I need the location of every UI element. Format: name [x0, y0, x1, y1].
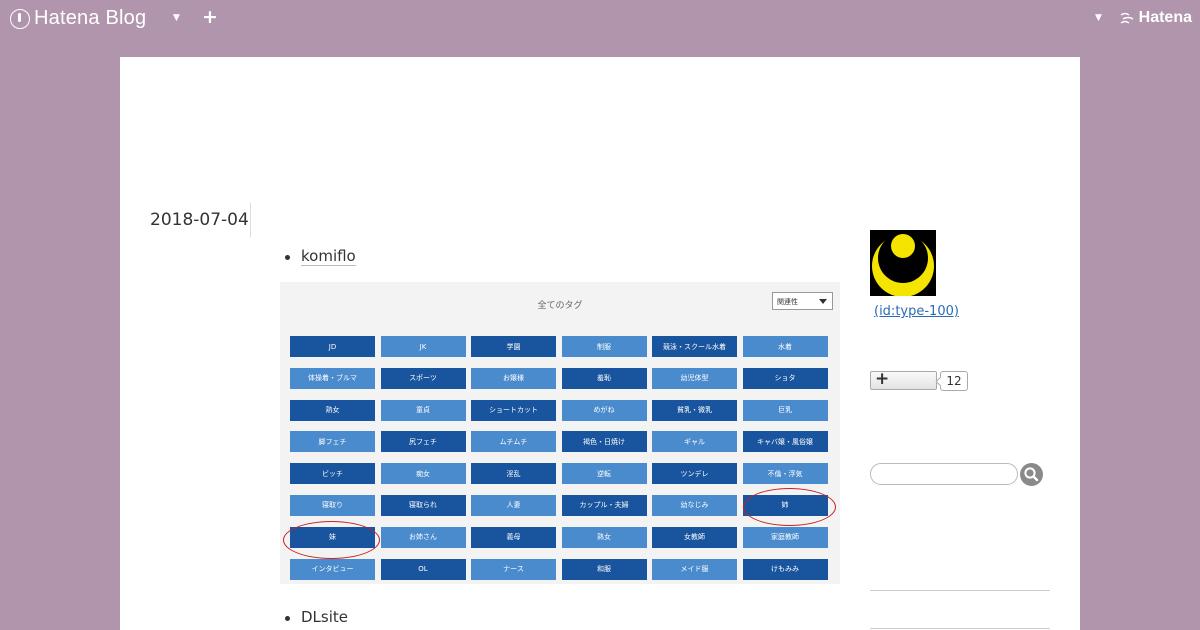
- tag-button: 寝取り: [290, 494, 375, 516]
- tag-button: ショタ: [742, 367, 828, 389]
- sidebar-divider: [870, 628, 1050, 629]
- list-item: komiflo: [285, 247, 356, 266]
- tag-button: 人妻: [471, 494, 556, 516]
- tag-button: キャバ嬢・風俗嬢: [742, 431, 828, 453]
- account-menu-chevron-down-icon[interactable]: ▼: [1095, 13, 1102, 23]
- tag-button: 羞恥: [561, 367, 647, 389]
- brand-menu-chevron-down-icon[interactable]: ▼: [173, 13, 180, 23]
- entry-date[interactable]: 2018-07-04: [150, 210, 249, 230]
- tag-button: 逆転: [561, 463, 647, 485]
- date-divider: [250, 203, 251, 237]
- tag-button: ショートカット: [471, 399, 556, 421]
- tag-button: JK: [380, 336, 466, 357]
- tag-button: ギャル: [652, 431, 737, 453]
- entry-list-continued: DLsite: [285, 608, 348, 626]
- hatena-wave-icon: [1120, 12, 1134, 24]
- plus-icon: +: [875, 369, 890, 389]
- tag-button: 童貞: [380, 399, 466, 421]
- tag-button: 脚フェチ: [290, 431, 375, 453]
- tag-button: 巨乳: [742, 399, 828, 421]
- hatena-blog-brand[interactable]: Hatena Blog: [10, 7, 146, 30]
- tag-button: お姉さん: [380, 526, 466, 548]
- sidebar-divider: [870, 590, 1050, 591]
- komiflo-link[interactable]: komiflo: [301, 247, 356, 266]
- search-icon: [1024, 467, 1039, 482]
- tag-button: 幼なじみ: [652, 494, 737, 516]
- sort-select: 関連性: [772, 292, 833, 310]
- tag-button: インタビュー: [290, 558, 375, 580]
- star-count-badge[interactable]: 12: [940, 371, 968, 391]
- tag-button: 褐色・日焼け: [561, 431, 647, 453]
- tag-button: ムチムチ: [471, 431, 556, 453]
- crescent-moon-icon: [872, 233, 934, 296]
- tag-button: 熟女: [290, 399, 375, 421]
- hatena-blog-logo-icon: [10, 8, 30, 29]
- tag-button: 寝取られ: [380, 494, 466, 516]
- tag-button: 学園: [471, 336, 556, 357]
- search-input[interactable]: [870, 463, 1018, 485]
- dlsite-item: DLsite: [301, 608, 348, 626]
- tag-button: 幼児体型: [652, 367, 737, 389]
- tag-button: 不倫・浮気: [742, 463, 828, 485]
- tag-button: 和服: [561, 558, 647, 580]
- tag-button: ビッチ: [290, 463, 375, 485]
- tag-button: お嬢様: [471, 367, 556, 389]
- tag-button: 女教師: [652, 526, 737, 548]
- tag-button: ツンデレ: [652, 463, 737, 485]
- search-button[interactable]: [1020, 463, 1043, 486]
- tag-screenshot-image: 全てのタグ 関連性 JD JK 学園 制服 競泳・スクール水着 水着体操着・ブルマ スポーツ…: [280, 282, 840, 584]
- global-header: Hatena Blog ▼ + ▼ Hatena: [0, 0, 1200, 38]
- tag-button: 競泳・スクール水着: [652, 336, 737, 357]
- tag-button: 義母: [471, 526, 556, 548]
- tag-button: 体操着・ブルマ: [290, 367, 375, 389]
- tag-button: OL: [380, 558, 466, 580]
- avatar[interactable]: [870, 230, 936, 296]
- tag-button: JD: [290, 336, 375, 357]
- hatena-logo[interactable]: Hatena: [1120, 9, 1192, 27]
- brand-name: Hatena Blog: [34, 7, 147, 29]
- tag-button: メイド服: [652, 558, 737, 580]
- tag-screenshot-title: 全てのタグ: [537, 301, 583, 311]
- tag-button: 制服: [561, 336, 647, 357]
- tag-button: 家庭教師: [742, 526, 828, 548]
- add-star-button[interactable]: +: [870, 369, 937, 390]
- tag-button: 水着: [742, 336, 828, 357]
- tag-button: 貧乳・微乳: [652, 399, 737, 421]
- tag-button: 淫乱: [471, 463, 556, 485]
- tag-button: めがね: [561, 399, 647, 421]
- user-id-link[interactable]: (id:type-100): [874, 304, 959, 319]
- blog-content-area: 2018-07-04 komiflo 全てのタグ 関連性 JD JK 学園 制服 競泳・…: [120, 57, 1080, 630]
- tag-button: カップル・夫婦: [561, 494, 647, 516]
- tag-button: 熟女: [561, 526, 647, 548]
- tag-button: 姉: [742, 494, 828, 516]
- hatena-logo-text: Hatena: [1138, 9, 1192, 26]
- tag-grid: JD JK 学園 制服 競泳・スクール水着 水着 体操着・ブルマ スポーツ お嬢様 羞恥 幼児体型シ…: [290, 336, 828, 580]
- entry-list: komiflo: [285, 247, 356, 266]
- tag-button: 尻フェチ: [380, 431, 466, 453]
- add-entry-button[interactable]: +: [202, 6, 218, 28]
- tag-button: 妹: [290, 526, 375, 548]
- tag-button: けもみみ: [742, 558, 828, 580]
- list-item: DLsite: [285, 608, 348, 626]
- tag-button: スポーツ: [380, 367, 466, 389]
- tag-button: 痴女: [380, 463, 466, 485]
- tag-button: ナース: [471, 558, 556, 580]
